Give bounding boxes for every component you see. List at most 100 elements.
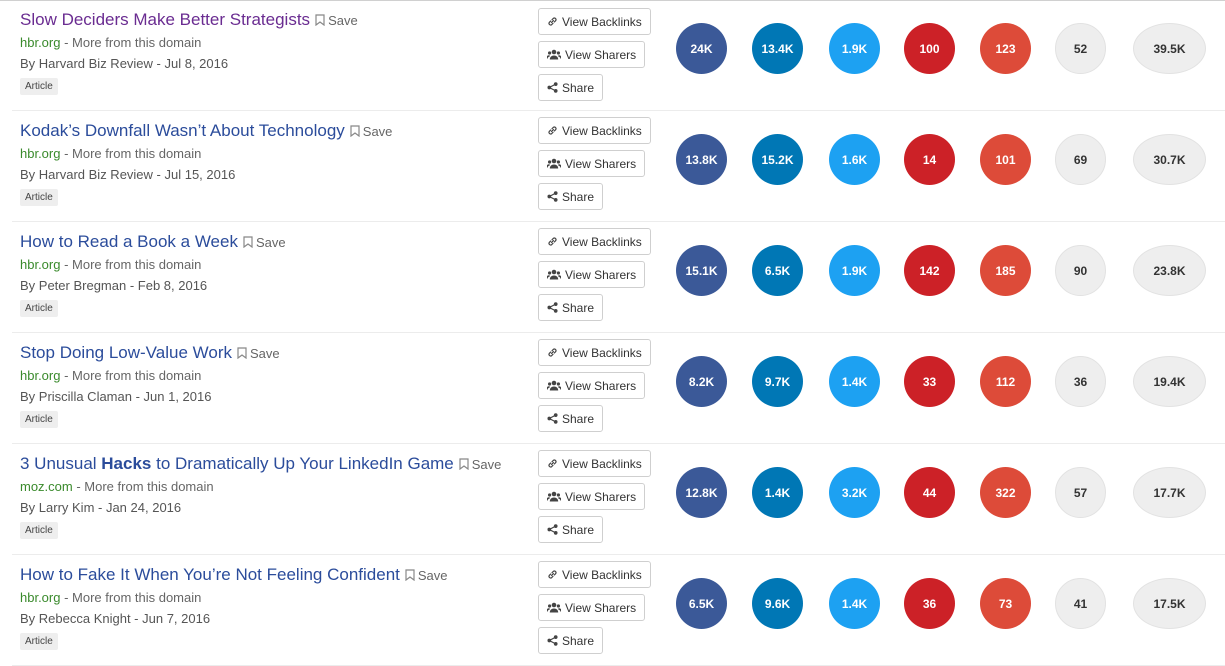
share-icon — [547, 413, 558, 424]
list-item: How to Fake It When You’re Not Feeling C… — [12, 555, 1225, 666]
share-button[interactable]: Share — [538, 405, 604, 432]
users-icon — [547, 269, 561, 280]
article-title-link[interactable]: Kodak’s Downfall Wasn’t About Technology — [20, 121, 345, 140]
title-line: Kodak’s Downfall Wasn’t About Technology… — [20, 119, 530, 143]
save-label: Save — [417, 568, 448, 583]
pinterest-shares-count: 36 — [904, 578, 955, 629]
linkedin-shares-count: 9.6K — [752, 578, 803, 629]
domain-line: hbr.org - More from this domain — [20, 33, 530, 53]
content-type-badge: Article — [20, 522, 58, 539]
view-backlinks-button[interactable]: View Backlinks — [538, 450, 651, 477]
article-title-link[interactable]: Slow Deciders Make Better Strategists — [20, 10, 310, 29]
view-sharers-button[interactable]: View Sharers — [538, 261, 646, 288]
link-icon — [548, 126, 557, 135]
facebook-engagement-count: 24K — [676, 23, 727, 74]
twitter-shares-count: 1.4K — [829, 356, 880, 407]
twitter-shares-count: 1.4K — [829, 578, 880, 629]
share-label: Share — [562, 411, 595, 426]
content-type-badge: Article — [20, 411, 58, 428]
domain-link[interactable]: hbr.org — [20, 146, 60, 161]
view-sharers-label: View Sharers — [565, 378, 637, 393]
share-icon — [547, 82, 558, 93]
domain-link[interactable]: hbr.org — [20, 35, 60, 50]
article-title-link[interactable]: How to Fake It When You’re Not Feeling C… — [20, 565, 400, 584]
bookmark-icon — [405, 569, 415, 582]
save-button[interactable]: Save — [243, 235, 286, 250]
share-button[interactable]: Share — [538, 516, 604, 543]
view-backlinks-button[interactable]: View Backlinks — [538, 339, 651, 366]
view-sharers-button[interactable]: View Sharers — [538, 594, 646, 621]
view-backlinks-button[interactable]: View Backlinks — [538, 8, 651, 35]
article-info: 3 Unusual Hacks to Dramatically Up Your … — [20, 452, 530, 539]
view-backlinks-button[interactable]: View Backlinks — [538, 561, 651, 588]
share-button[interactable]: Share — [538, 183, 604, 210]
linkedin-shares-count: 13.4K — [752, 23, 803, 74]
share-label: Share — [562, 189, 595, 204]
facebook-engagement-count: 6.5K — [676, 578, 727, 629]
action-buttons: View Backlinks View Sharers Share — [538, 8, 651, 107]
backlinks-count: 41 — [1055, 578, 1106, 629]
more-from-domain-link[interactable]: - More from this domain — [60, 257, 201, 272]
bookmark-icon — [243, 236, 253, 249]
save-label: Save — [328, 13, 358, 28]
action-buttons: View Backlinks View Sharers Share — [538, 450, 651, 549]
title-part: to Dramatically Up Your LinkedIn Game — [151, 454, 454, 473]
more-from-domain-link[interactable]: - More from this domain — [60, 368, 201, 383]
view-sharers-button[interactable]: View Sharers — [538, 372, 646, 399]
backlinks-count: 52 — [1055, 23, 1106, 74]
view-sharers-button[interactable]: View Sharers — [538, 150, 646, 177]
share-button[interactable]: Share — [538, 294, 604, 321]
reddit-engagement-count: 112 — [980, 356, 1031, 407]
facebook-engagement-count: 12.8K — [676, 467, 727, 518]
save-button[interactable]: Save — [315, 13, 358, 28]
more-from-domain-link[interactable]: - More from this domain — [60, 590, 201, 605]
domain-line: hbr.org - More from this domain — [20, 366, 530, 386]
share-button[interactable]: Share — [538, 74, 604, 101]
domain-link[interactable]: hbr.org — [20, 368, 60, 383]
view-backlinks-button[interactable]: View Backlinks — [538, 117, 651, 144]
save-label: Save — [249, 346, 280, 361]
share-button[interactable]: Share — [538, 627, 604, 654]
view-sharers-button[interactable]: View Sharers — [538, 41, 646, 68]
action-buttons: View Backlinks View Sharers Share — [538, 339, 651, 438]
domain-link[interactable]: hbr.org — [20, 590, 60, 605]
save-button[interactable]: Save — [350, 124, 392, 139]
total-engagement-count: 39.5K — [1133, 23, 1206, 74]
pinterest-shares-count: 14 — [904, 134, 955, 185]
reddit-engagement-count: 101 — [980, 134, 1031, 185]
article-title-link[interactable]: Stop Doing Low-Value Work — [20, 343, 232, 362]
article-title-link[interactable]: 3 Unusual Hacks to Dramatically Up Your … — [20, 454, 454, 473]
linkedin-shares-count: 15.2K — [752, 134, 803, 185]
save-button[interactable]: Save — [459, 457, 501, 472]
view-backlinks-button[interactable]: View Backlinks — [538, 228, 651, 255]
more-from-domain-link[interactable]: - More from this domain — [73, 479, 213, 494]
backlinks-count: 90 — [1055, 245, 1106, 296]
linkedin-shares-count: 6.5K — [752, 245, 803, 296]
save-button[interactable]: Save — [237, 346, 280, 361]
view-backlinks-label: View Backlinks — [562, 14, 642, 29]
domain-link[interactable]: hbr.org — [20, 257, 60, 272]
action-buttons: View Backlinks View Sharers Share — [538, 117, 651, 216]
title-line: How to Read a Book a Week Save — [20, 230, 530, 254]
view-sharers-button[interactable]: View Sharers — [538, 483, 646, 510]
pinterest-shares-count: 33 — [904, 356, 955, 407]
twitter-shares-count: 1.6K — [829, 134, 880, 185]
save-label: Save — [255, 235, 286, 250]
author-date: By Harvard Biz Review - Jul 8, 2016 — [20, 56, 229, 71]
total-engagement-count: 23.8K — [1133, 245, 1206, 296]
article-info: Stop Doing Low-Value Work Save hbr.org - … — [20, 341, 530, 428]
author-date: By Priscilla Claman - Jun 1, 2016 — [20, 389, 212, 404]
domain-line: hbr.org - More from this domain — [20, 144, 530, 164]
domain-line: hbr.org - More from this domain — [20, 255, 530, 275]
domain-link[interactable]: moz.com — [20, 479, 73, 494]
link-icon — [548, 348, 557, 357]
total-engagement-count: 30.7K — [1133, 134, 1206, 185]
users-icon — [547, 602, 561, 613]
more-from-domain-link[interactable]: - More from this domain — [60, 35, 201, 50]
article-title-link[interactable]: How to Read a Book a Week — [20, 232, 238, 251]
more-from-domain-link[interactable]: - More from this domain — [60, 146, 201, 161]
article-info: Slow Deciders Make Better Strategists Sav… — [20, 8, 530, 95]
save-button[interactable]: Save — [405, 568, 448, 583]
twitter-shares-count: 3.2K — [829, 467, 880, 518]
author-date: By Rebecca Knight - Jun 7, 2016 — [20, 611, 211, 626]
